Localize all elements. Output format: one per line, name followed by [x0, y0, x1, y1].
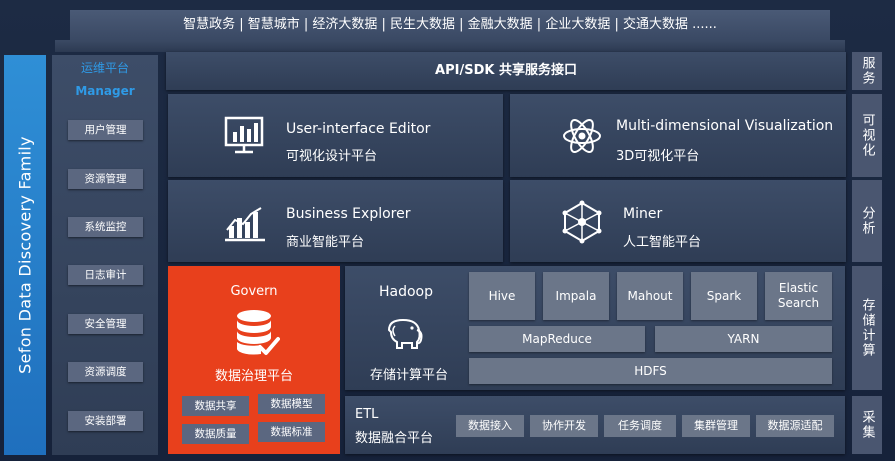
etl-item-ingest[interactable]: 数据接入	[456, 415, 524, 437]
etl-item-schedule[interactable]: 任务调度	[604, 415, 676, 437]
card-editor-title: User-interface Editor	[286, 121, 431, 137]
ops-item-user[interactable]: 用户管理	[68, 120, 143, 140]
ops-item-schedule[interactable]: 资源调度	[68, 362, 143, 382]
top-bar: 智慧政务 | 智慧城市 | 经济大数据 | 民生大数据 | 金融大数据 | 企业…	[70, 10, 830, 40]
network-sphere-icon	[562, 200, 602, 244]
tile-mahout[interactable]: Mahout	[617, 272, 683, 320]
ops-title: 运维平台	[80, 61, 129, 75]
tile-spark[interactable]: Spark	[691, 272, 757, 320]
tile-mapreduce[interactable]: MapReduce	[469, 326, 645, 352]
tile-hive[interactable]: Hive	[469, 272, 535, 320]
govern-title: Govern	[230, 284, 278, 299]
card-miner-sub: 人工智能平台	[623, 235, 702, 250]
side-label-storage-compute: 存储计算	[852, 266, 882, 390]
etl-item-collab[interactable]: 协作开发	[530, 415, 598, 437]
card-visualization-sub: 3D可视化平台	[616, 149, 700, 164]
govern-item-share[interactable]: 数据共享	[182, 396, 249, 416]
card-visualization[interactable]: Multi-dimensional Visualization 3D可视化平台	[510, 94, 846, 177]
side-label-visualization: 可视化	[852, 94, 882, 177]
top-bar-shadow	[55, 40, 845, 52]
ops-item-deploy[interactable]: 安装部署	[68, 411, 143, 431]
card-visualization-title: Multi-dimensional Visualization	[616, 118, 834, 134]
tile-elastic-search[interactable]: Elastic Search	[765, 272, 832, 320]
side-label-service: 服务	[852, 52, 882, 90]
atom-icon	[563, 119, 601, 153]
api-title: API/SDK 共享服务接口	[435, 63, 577, 78]
hadoop-title: Hadoop	[379, 284, 434, 300]
elephant-icon	[387, 318, 423, 349]
ops-item-security[interactable]: 安全管理	[68, 314, 143, 334]
database-check-icon	[237, 310, 280, 355]
api-bar: API/SDK 共享服务接口	[166, 52, 846, 90]
card-business-title: Business Explorer	[286, 206, 411, 222]
tile-impala[interactable]: Impala	[543, 272, 609, 320]
govern-item-quality[interactable]: 数据质量	[182, 424, 249, 444]
ops-column: 运维平台 Manager 用户管理 资源管理 系统监控 日志审计 安全管理 资源…	[52, 55, 158, 455]
card-business-sub: 商业智能平台	[286, 235, 365, 250]
family-label: Sefon Data Discovery Family	[15, 136, 35, 374]
ops-item-monitor[interactable]: 系统监控	[68, 217, 143, 237]
etl-title: ETL	[355, 407, 379, 422]
hadoop-sub: 存储计算平台	[370, 368, 449, 383]
etl-item-adapter[interactable]: 数据源适配	[756, 415, 834, 437]
top-bar-text: 智慧政务 | 智慧城市 | 经济大数据 | 民生大数据 | 金融大数据 | 企业…	[183, 17, 717, 32]
govern-item-model[interactable]: 数据模型	[258, 394, 325, 414]
etl-item-cluster[interactable]: 集群管理	[682, 415, 750, 437]
side-label-analysis: 分析	[852, 180, 882, 262]
ops-item-resource[interactable]: 资源管理	[68, 169, 143, 189]
tile-hdfs[interactable]: HDFS	[469, 358, 832, 384]
tile-yarn[interactable]: YARN	[655, 326, 832, 352]
card-miner-title: Miner	[623, 206, 663, 222]
bar-chart-monitor-icon	[224, 116, 264, 154]
card-govern[interactable]: Govern 数据治理平台 数据共享 数据模型 数据质量 数据标准	[168, 266, 340, 454]
card-business[interactable]: Business Explorer 商业智能平台	[168, 180, 503, 262]
family-bar: Sefon Data Discovery Family	[4, 55, 46, 455]
govern-sub: 数据治理平台	[214, 369, 293, 384]
side-label-collection: 采集	[852, 396, 882, 454]
card-editor[interactable]: User-interface Editor 可视化设计平台	[168, 94, 503, 177]
etl-sub: 数据融合平台	[355, 431, 434, 446]
card-editor-sub: 可视化设计平台	[286, 149, 378, 164]
trend-chart-icon	[225, 207, 265, 242]
card-miner[interactable]: Miner 人工智能平台	[510, 180, 846, 262]
ops-subtitle: Manager	[75, 84, 135, 98]
ops-item-audit[interactable]: 日志审计	[68, 265, 143, 285]
govern-item-standard[interactable]: 数据标准	[258, 422, 325, 442]
